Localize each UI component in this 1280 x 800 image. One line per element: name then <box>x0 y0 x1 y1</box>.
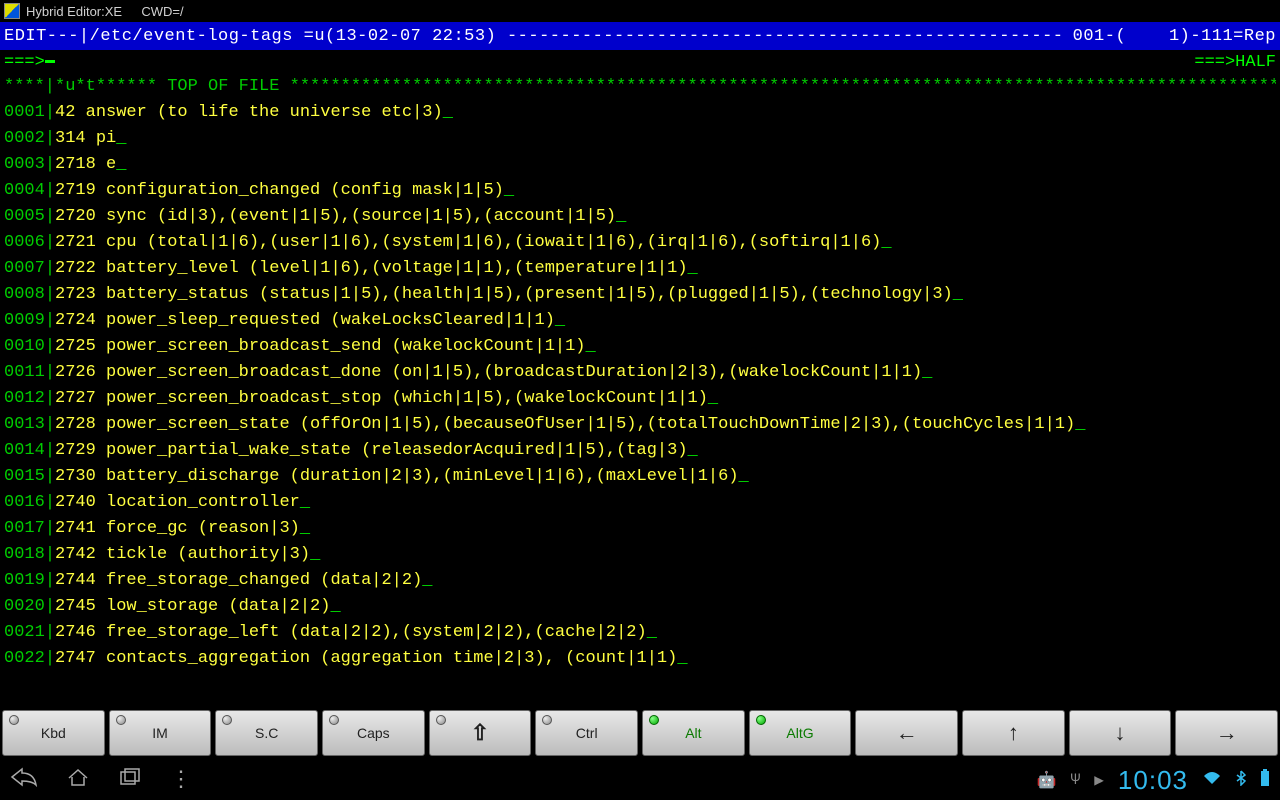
arrow-right-button[interactable]: → <box>1175 710 1278 756</box>
editor-line[interactable]: 0015|2730 battery_discharge (duration|2|… <box>4 464 1276 490</box>
cwd-label: CWD=/ <box>141 4 183 19</box>
app-icon <box>4 3 20 19</box>
editor-line[interactable]: 0004|2719 configuration_changed (config … <box>4 178 1276 204</box>
status-right: 001-( 1)-111=Rep <box>1062 27 1276 46</box>
editor-line[interactable]: 0007|2722 battery_level (level|1|6),(vol… <box>4 256 1276 282</box>
editor-line[interactable]: 0016|2740 location_controller_ <box>4 490 1276 516</box>
editor-line[interactable]: 0009|2724 power_sleep_requested (wakeLoc… <box>4 308 1276 334</box>
status-left: EDIT---|/etc/event-log-tags =u(13-02-07 … <box>4 27 507 46</box>
android-icon: 🤖 <box>1037 770 1057 790</box>
alt-button[interactable]: Alt <box>642 710 745 756</box>
app-title: Hybrid Editor:XE <box>26 4 122 19</box>
bluetooth-icon <box>1236 770 1246 791</box>
editor-line[interactable]: 0011|2726 power_screen_broadcast_done (o… <box>4 360 1276 386</box>
editor-line[interactable]: 0006|2721 cpu (total|1|6),(user|1|6),(sy… <box>4 230 1276 256</box>
window-titlebar: Hybrid Editor:XE CWD=/ <box>0 0 1280 22</box>
im-button[interactable]: IM <box>109 710 212 756</box>
editor-line[interactable]: 0019|2744 free_storage_changed (data|2|2… <box>4 568 1276 594</box>
home-icon[interactable] <box>66 767 90 794</box>
editor-line[interactable]: 0010|2725 power_screen_broadcast_send (w… <box>4 334 1276 360</box>
editor-line[interactable]: 0005|2720 sync (id|3),(event|1|5),(sourc… <box>4 204 1276 230</box>
shift-button[interactable]: ⇧ <box>429 710 532 756</box>
caps-button[interactable]: Caps <box>322 710 425 756</box>
cmd-right: ===>HALF <box>1194 53 1276 72</box>
altg-button[interactable]: AltG <box>749 710 852 756</box>
recents-icon[interactable] <box>118 767 142 794</box>
editor-line[interactable]: 0003|2718 e_ <box>4 152 1276 178</box>
editor-line[interactable]: 0014|2729 power_partial_wake_state (rele… <box>4 438 1276 464</box>
soft-key-toolbar: Kbd IM S.C Caps ⇧ Ctrl Alt AltG ← ↑ ↓ → <box>0 706 1280 760</box>
sc-button[interactable]: S.C <box>215 710 318 756</box>
play-icon: ▶ <box>1094 770 1104 790</box>
arrow-up-button[interactable]: ↑ <box>962 710 1065 756</box>
usb-icon: Ψ <box>1071 771 1081 789</box>
editor-line[interactable]: 0017|2741 force_gc (reason|3)_ <box>4 516 1276 542</box>
status-dashes: ----------------------------------------… <box>507 27 1062 46</box>
kbd-button[interactable]: Kbd <box>2 710 105 756</box>
editor-line[interactable]: 0013|2728 power_screen_state (offOrOn|1|… <box>4 412 1276 438</box>
battery-icon <box>1260 769 1270 792</box>
cmd-prompt: ===> <box>4 53 45 72</box>
clock: 10:03 <box>1118 765 1188 796</box>
arrow-down-button[interactable]: ↓ <box>1069 710 1172 756</box>
editor-line[interactable]: 0018|2742 tickle (authority|3)_ <box>4 542 1276 568</box>
editor-area[interactable]: ****|*u*t****** TOP OF FILE ************… <box>0 74 1280 706</box>
android-navbar: ⋮ 🤖 Ψ ▶ 10:03 <box>0 760 1280 800</box>
editor-line[interactable]: 0020|2745 low_storage (data|2|2)_ <box>4 594 1276 620</box>
top-of-file-marker: ****|*u*t****** TOP OF FILE ************… <box>4 74 1276 100</box>
menu-icon[interactable]: ⋮ <box>170 767 192 793</box>
back-icon[interactable] <box>10 767 38 794</box>
editor-line[interactable]: 0012|2727 power_screen_broadcast_stop (w… <box>4 386 1276 412</box>
arrow-left-button[interactable]: ← <box>855 710 958 756</box>
editor-line[interactable]: 0021|2746 free_storage_left (data|2|2),(… <box>4 620 1276 646</box>
editor-line[interactable]: 0001|42 answer (to life the universe etc… <box>4 100 1276 126</box>
editor-line[interactable]: 0022|2747 contacts_aggregation (aggregat… <box>4 646 1276 672</box>
wifi-icon <box>1202 770 1222 791</box>
command-line[interactable]: ===> ===>HALF <box>0 50 1280 74</box>
ctrl-button[interactable]: Ctrl <box>535 710 638 756</box>
editor-line[interactable]: 0008|2723 battery_status (status|1|5),(h… <box>4 282 1276 308</box>
editor-status-bar: EDIT---|/etc/event-log-tags =u(13-02-07 … <box>0 22 1280 50</box>
cursor <box>45 60 55 63</box>
editor-line[interactable]: 0002|314 pi_ <box>4 126 1276 152</box>
